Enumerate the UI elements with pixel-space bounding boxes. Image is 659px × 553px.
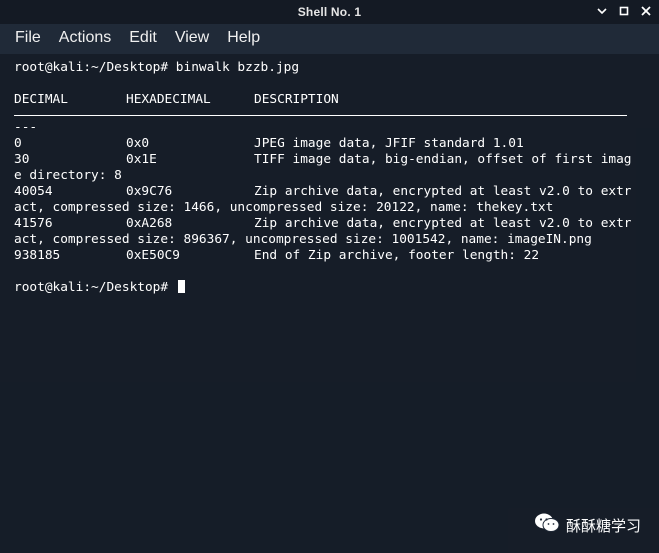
- row-decimal: 40054: [14, 184, 53, 199]
- output-header: DECIMAL HEXADECIMAL DESCRIPTION: [14, 92, 659, 108]
- menu-edit[interactable]: Edit: [120, 29, 166, 47]
- row-hex: 0x1E: [126, 152, 157, 167]
- table-row: 40054 0x9C76 Zip archive data, encrypted a…: [14, 184, 632, 216]
- row-decimal: 0: [14, 136, 22, 151]
- row-description: JPEG image data, JFIF standard 1.01: [254, 136, 524, 151]
- row-decimal: 30: [14, 152, 30, 167]
- maximize-icon[interactable]: [617, 4, 631, 18]
- menu-actions[interactable]: Actions: [50, 29, 120, 47]
- row-hex: 0x0: [126, 136, 150, 151]
- row-hex: 0xA268: [126, 216, 173, 231]
- watermark: 酥酥糖学习: [534, 512, 641, 539]
- row-description: End of Zip archive, footer length: 22: [254, 248, 540, 263]
- menu-view[interactable]: View: [166, 29, 218, 47]
- table-row: 30 0x1E TIFF image data, big-endian, offse…: [14, 152, 632, 184]
- table-row: 41576 0xA268 Zip archive data, encrypted a…: [14, 216, 632, 248]
- prompt-line[interactable]: root@kali:~/Desktop#: [14, 280, 659, 296]
- terminal-output[interactable]: root@kali:~/Desktop# binwalk bzzb.jpg DE…: [0, 54, 659, 553]
- header-hexadecimal: HEXADECIMAL: [126, 92, 211, 107]
- header-description: DESCRIPTION: [254, 92, 339, 107]
- text-cursor: [177, 280, 185, 293]
- row-decimal: 41576: [14, 216, 53, 231]
- window-title: Shell No. 1: [297, 5, 362, 19]
- minimize-icon[interactable]: [595, 4, 609, 18]
- watermark-text: 酥酥糖学习: [565, 518, 641, 535]
- title-bar: Shell No. 1: [0, 0, 659, 24]
- row-hex: 0x9C76: [126, 184, 173, 199]
- table-row: 938185 0xE50C9 End of Zip archive, footer …: [14, 248, 632, 264]
- table-row: 0 0x0 JPEG image data, JFIF standard 1.01: [14, 136, 632, 152]
- command-line: root@kali:~/Desktop# binwalk bzzb.jpg: [14, 60, 300, 75]
- terminal-window: Shell No. 1 File Actions Edit View Help …: [0, 0, 659, 553]
- row-decimal: 938185: [14, 248, 61, 263]
- close-icon[interactable]: [639, 4, 653, 18]
- window-controls: [595, 4, 653, 18]
- header-separator: [14, 115, 627, 116]
- menu-help[interactable]: Help: [218, 29, 269, 47]
- menu-bar: File Actions Edit View Help: [0, 24, 659, 52]
- row-hex: 0xE50C9: [126, 248, 180, 263]
- wechat-icon: [534, 512, 560, 539]
- menu-file[interactable]: File: [6, 29, 50, 47]
- prompt-text: root@kali:~/Desktop#: [14, 280, 169, 295]
- dashes-line: ---: [14, 120, 38, 135]
- header-decimal: DECIMAL: [14, 92, 68, 107]
